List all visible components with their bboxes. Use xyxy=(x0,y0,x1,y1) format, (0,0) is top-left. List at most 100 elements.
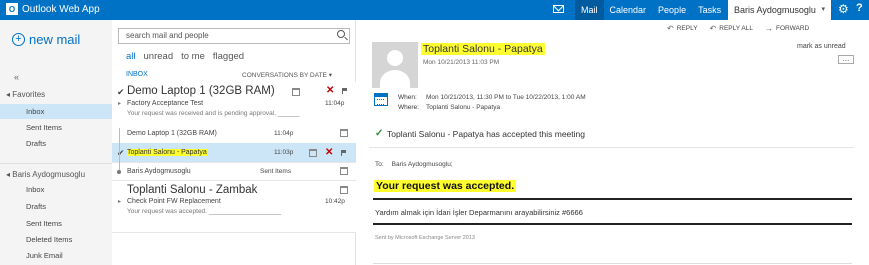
sender-avatar xyxy=(372,42,418,88)
filter-flagged[interactable]: flagged xyxy=(213,51,244,62)
top-nav: Mail Calendar People Tasks xyxy=(575,0,727,20)
folder-drafts[interactable]: Drafts xyxy=(0,199,112,214)
filter-all[interactable]: all xyxy=(126,51,136,62)
divider xyxy=(373,263,852,264)
meeting-response-icon xyxy=(340,129,348,137)
account-label: Baris Aydogmusoglu xyxy=(12,170,86,179)
app-brand[interactable]: O Outlook Web App xyxy=(6,3,100,15)
conversation-subtitle: Check Point FW Replacement xyxy=(127,198,221,205)
folder-pane: + new mail « ◂ Favorites Inbox Sent Item… xyxy=(0,20,112,265)
when-value: Mon 10/21/2013, 11:30 PM to Tue 10/22/20… xyxy=(426,94,586,101)
chevron-down-icon: ▾ xyxy=(821,6,825,13)
sort-label: CONVERSATIONS BY DATE xyxy=(242,72,327,79)
account-header[interactable]: ◂ Baris Aydogmusoglu xyxy=(6,170,85,179)
folder-sent-items[interactable]: Sent Items xyxy=(0,216,112,231)
expand-icon[interactable]: ▸ xyxy=(118,198,121,205)
folder-inbox[interactable]: Inbox xyxy=(0,182,112,197)
divider xyxy=(0,163,112,164)
meeting-response-icon xyxy=(340,186,348,194)
conversation-title: Toplanti Salonu - Zambak xyxy=(127,184,258,196)
nav-calendar[interactable]: Calendar xyxy=(604,0,653,20)
filter-to-me[interactable]: to me xyxy=(181,51,205,62)
reply-icon: ↶ xyxy=(667,24,674,33)
meeting-icon xyxy=(340,167,348,175)
expand-icon[interactable]: ▸ xyxy=(118,100,121,107)
message-folder: Sent Items xyxy=(260,168,292,175)
folder-favorites-drafts[interactable]: Drafts xyxy=(0,136,112,151)
search-box[interactable]: search mail and people xyxy=(118,28,350,44)
folder-junk-email[interactable]: Junk Email xyxy=(0,248,112,263)
body-title: Your request was accepted. xyxy=(374,180,517,192)
divider xyxy=(369,147,854,148)
collapse-icon[interactable]: « xyxy=(14,72,19,82)
accepted-check-icon: ✓ xyxy=(375,128,384,139)
calendar-icon xyxy=(292,88,300,96)
reply-label: REPLY xyxy=(676,25,698,32)
more-options-icon[interactable]: ... xyxy=(838,55,854,64)
user-menu[interactable]: Baris Aydogmusoglu ▾ xyxy=(728,0,831,20)
message-time: 11:04p xyxy=(325,100,345,107)
when-label: When: xyxy=(398,94,417,101)
reading-pane: ↶ REPLY ↶ REPLY ALL → FORWARD Toplanti Salo… xyxy=(357,20,869,265)
reply-all-label: REPLY ALL xyxy=(719,25,753,32)
where-label: Where: xyxy=(398,104,419,111)
folder-favorites-inbox[interactable]: Inbox xyxy=(0,104,112,119)
body-text: Yardım almak için İdari İşler Deparmanın… xyxy=(375,208,583,217)
conversation-item[interactable]: Toplanti Salonu - Zambak ▸ Check Point F… xyxy=(112,181,356,233)
help-icon[interactable]: ? xyxy=(856,2,863,14)
mail-envelope-icon[interactable] xyxy=(553,5,564,13)
message-actions: ↶ REPLY ↶ REPLY ALL → FORWARD xyxy=(667,24,809,33)
nav-people[interactable]: People xyxy=(652,0,692,20)
message-sender: Toplanti Salonu - Papatya xyxy=(127,149,207,156)
body-footer: Sent by Microsoft Exchange Server 2013 xyxy=(375,235,475,241)
favorites-label: Favorites xyxy=(12,90,46,99)
delete-icon[interactable]: ✕ xyxy=(325,147,333,158)
gear-icon[interactable]: ⚙ xyxy=(838,2,849,16)
app-name: Outlook Web App xyxy=(22,3,100,15)
new-mail-label: new mail xyxy=(29,32,81,47)
search-input[interactable]: search mail and people xyxy=(126,31,209,40)
thread-message[interactable]: Demo Laptop 1 (32GB RAM) 11:04p xyxy=(112,124,356,143)
flag-icon[interactable] xyxy=(341,150,347,156)
meeting-where: Where: Toplanti Salonu - Papatya xyxy=(398,104,500,111)
user-name: Baris Aydogmusoglu xyxy=(734,5,816,15)
folder-deleted-items[interactable]: Deleted Items xyxy=(0,232,112,247)
body-rule xyxy=(373,223,852,225)
meeting-when: When: Mon 10/21/2013, 11:30 PM to Tue 10/… xyxy=(398,94,586,101)
delete-icon[interactable]: ✕ xyxy=(326,85,334,96)
conversation-title: Demo Laptop 1 (32GB RAM) xyxy=(127,85,275,97)
search-icon[interactable] xyxy=(337,30,345,38)
mark-as-unread-link[interactable]: mark as unread xyxy=(797,43,846,50)
thread-message[interactable]: Baris Aydogmusoglu Sent Items xyxy=(112,163,356,181)
meeting-response-icon xyxy=(309,149,317,157)
thread-message-selected[interactable]: ✔ Toplanti Salonu - Papatya 11:03p ✕ xyxy=(112,143,356,163)
nav-mail[interactable]: Mail xyxy=(575,0,604,20)
forward-label: FORWARD xyxy=(775,25,810,32)
message-time: 11:03p xyxy=(274,149,294,156)
top-bar: O Outlook Web App Mail Calendar People T… xyxy=(0,0,869,20)
flag-icon[interactable] xyxy=(342,88,348,94)
message-sender: Demo Laptop 1 (32GB RAM) xyxy=(127,130,217,137)
reply-all-button[interactable]: ↶ REPLY ALL xyxy=(710,24,753,33)
to-label: To: xyxy=(375,161,384,168)
forward-button[interactable]: → FORWARD xyxy=(765,24,809,33)
message-list-pane: search mail and people all unread to me … xyxy=(112,20,356,265)
accepted-status: Toplanti Salonu - Papatya has accepted t… xyxy=(387,129,585,139)
favorites-header[interactable]: ◂ Favorites xyxy=(6,90,45,99)
folder-label: INBOX xyxy=(126,71,148,78)
filter-unread[interactable]: unread xyxy=(144,51,174,62)
message-preview: Your request was received and is pending… xyxy=(127,110,300,117)
thread-dot-icon xyxy=(117,170,121,174)
message-preview: Your request was accepted. _____________… xyxy=(127,208,282,215)
new-mail-button[interactable]: + new mail xyxy=(12,32,80,47)
calendar-icon xyxy=(374,93,388,106)
outlook-logo-icon: O xyxy=(6,3,18,15)
filter-bar: all unread to me flagged xyxy=(126,51,244,62)
check-icon: ✔ xyxy=(117,87,125,97)
folder-favorites-sent-items[interactable]: Sent Items xyxy=(0,120,112,135)
forward-icon: → xyxy=(764,24,773,33)
reply-button[interactable]: ↶ REPLY xyxy=(667,24,698,33)
nav-tasks[interactable]: Tasks xyxy=(692,0,727,20)
to-value[interactable]: Baris Aydogmusoglu; xyxy=(392,161,453,168)
sort-dropdown[interactable]: CONVERSATIONS BY DATE ▾ xyxy=(242,71,332,79)
